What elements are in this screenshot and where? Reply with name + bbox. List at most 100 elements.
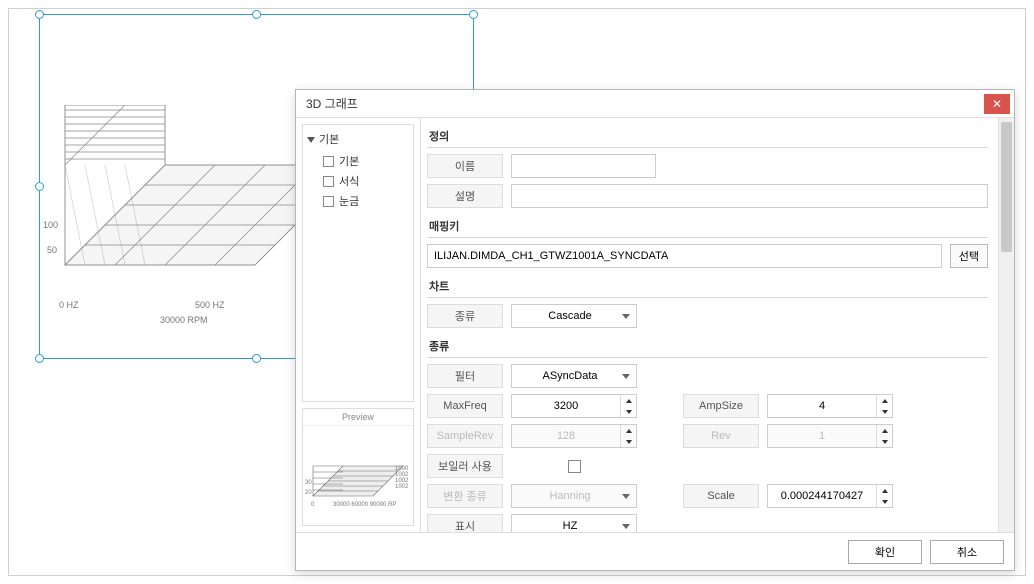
- spinner-maxfreq[interactable]: 3200: [511, 394, 637, 418]
- svg-text:0: 0: [311, 502, 315, 508]
- left-pane: 기본 기본 서식: [296, 118, 421, 532]
- close-button[interactable]: ✕: [984, 94, 1010, 114]
- row-name: 이름: [427, 154, 988, 178]
- spinner-up-icon[interactable]: [877, 485, 892, 496]
- dropdown-value: HZ: [518, 520, 622, 532]
- row-maxfreq-ampsize: MaxFreq 3200 AmpSize 4: [427, 394, 988, 418]
- label-transform: 변환 종류: [427, 484, 503, 508]
- section-chart: 차트: [427, 274, 988, 298]
- resize-handle-tl[interactable]: [35, 10, 44, 19]
- label-scale: Scale: [683, 484, 759, 508]
- label-maxfreq: MaxFreq: [427, 394, 503, 418]
- spinner-scale[interactable]: 0.000244170427: [767, 484, 893, 508]
- resize-handle-ml[interactable]: [35, 182, 44, 191]
- label-name: 이름: [427, 154, 503, 178]
- label-desc: 설명: [427, 184, 503, 208]
- select-button[interactable]: 선택: [950, 244, 988, 268]
- canvas-area[interactable]: 100 50 0 HZ 500 HZ 30000 RPM 3D 그래프 ✕: [9, 9, 1025, 575]
- row-display: 표시 HZ: [427, 514, 988, 532]
- y-tick-50: 50: [47, 245, 57, 255]
- row-filter: 필터 ASyncData: [427, 364, 988, 388]
- checkbox-boiler[interactable]: [568, 460, 581, 473]
- spinner-value: 3200: [512, 400, 620, 412]
- x-tick-500hz: 500 HZ: [195, 300, 225, 310]
- dialog-body: 기본 기본 서식: [296, 118, 1014, 532]
- row-mapping: 선택: [427, 244, 988, 268]
- row-chart-type: 종류 Cascade: [427, 304, 988, 328]
- section-definition: 정의: [427, 124, 988, 148]
- svg-text:30: 30: [305, 480, 312, 486]
- dropdown-chart-type[interactable]: Cascade: [511, 304, 637, 328]
- spinner-down-icon[interactable]: [877, 496, 892, 507]
- tree-item-label: 서식: [339, 173, 359, 189]
- dialog-titlebar[interactable]: 3D 그래프 ✕: [296, 90, 1014, 118]
- section-kind: 종류: [427, 334, 988, 358]
- input-desc[interactable]: [511, 184, 988, 208]
- dropdown-value: Hanning: [518, 490, 622, 502]
- label-filter: 필터: [427, 364, 503, 388]
- spinner-value: 128: [512, 430, 620, 442]
- spinner-down-icon[interactable]: [621, 406, 636, 417]
- dropdown-filter[interactable]: ASyncData: [511, 364, 637, 388]
- chevron-down-icon: [622, 494, 630, 499]
- spinner-up-icon: [621, 425, 636, 436]
- label-display: 표시: [427, 514, 503, 532]
- svg-text:1002: 1002: [395, 484, 409, 490]
- label-ampsize: AmpSize: [683, 394, 759, 418]
- tree-children: 기본 서식 눈금: [323, 151, 409, 211]
- svg-text:20: 20: [305, 490, 312, 496]
- spinner-up-icon[interactable]: [621, 395, 636, 406]
- spinner-up-icon: [877, 425, 892, 436]
- tree-item-label: 기본: [339, 153, 359, 169]
- tree-item-grid[interactable]: 눈금: [323, 191, 409, 211]
- preview-title: Preview: [303, 409, 413, 426]
- resize-handle-tr[interactable]: [469, 10, 478, 19]
- spinner-buttons: [620, 425, 636, 447]
- cancel-button[interactable]: 취소: [930, 540, 1004, 564]
- tree-item-basic[interactable]: 기본: [323, 151, 409, 171]
- tree-item-format[interactable]: 서식: [323, 171, 409, 191]
- resize-handle-bl[interactable]: [35, 354, 44, 363]
- right-pane: 정의 이름 설명 매핑키 선택: [421, 118, 1014, 532]
- spinner-value: 4: [768, 400, 876, 412]
- spinner-down-icon: [621, 436, 636, 447]
- tree-item-label: 눈금: [339, 193, 359, 209]
- checkbox-icon[interactable]: [323, 196, 334, 207]
- close-icon: ✕: [992, 97, 1002, 111]
- dropdown-display[interactable]: HZ: [511, 514, 637, 532]
- spinner-down-icon[interactable]: [877, 406, 892, 417]
- tree-parent-basic[interactable]: 기본: [307, 131, 409, 147]
- dialog-footer: 확인 취소: [296, 532, 1014, 570]
- chevron-down-icon: [622, 524, 630, 529]
- spinner-ampsize[interactable]: 4: [767, 394, 893, 418]
- form-scroll[interactable]: 정의 이름 설명 매핑키 선택: [421, 118, 998, 532]
- spinner-buttons: [876, 425, 892, 447]
- y-tick-100: 100: [43, 220, 58, 230]
- resize-handle-tm[interactable]: [252, 10, 261, 19]
- dropdown-value: ASyncData: [518, 370, 622, 382]
- spinner-down-icon: [877, 436, 892, 447]
- expand-icon[interactable]: [307, 137, 315, 143]
- preview-panel: Preview: [302, 408, 414, 526]
- input-name[interactable]: [511, 154, 656, 178]
- row-samplerev-rev: SampleRev 128 Rev 1: [427, 424, 988, 448]
- scrollbar-thumb[interactable]: [1001, 122, 1012, 252]
- label-rev: Rev: [683, 424, 759, 448]
- settings-dialog: 3D 그래프 ✕ 기본 기본: [295, 89, 1015, 571]
- document-frame: 100 50 0 HZ 500 HZ 30000 RPM 3D 그래프 ✕: [8, 8, 1026, 576]
- resize-handle-bm[interactable]: [252, 354, 261, 363]
- input-mapping-key[interactable]: [427, 244, 942, 268]
- spinner-value: 0.000244170427: [768, 490, 876, 502]
- checkbox-icon[interactable]: [323, 176, 334, 187]
- preview-body: 0 30000 60000 90000 RP 1000 1002 1002 10…: [303, 426, 413, 525]
- spinner-up-icon[interactable]: [877, 395, 892, 406]
- checkbox-icon[interactable]: [323, 156, 334, 167]
- row-boiler: 보일러 사용: [427, 454, 988, 478]
- spinner-buttons: [620, 395, 636, 417]
- vertical-scrollbar[interactable]: [998, 118, 1014, 532]
- section-mapping: 매핑키: [427, 214, 988, 238]
- settings-tree[interactable]: 기본 기본 서식: [302, 124, 414, 402]
- spinner-value: 1: [768, 430, 876, 442]
- ok-button[interactable]: 확인: [848, 540, 922, 564]
- dropdown-transform: Hanning: [511, 484, 637, 508]
